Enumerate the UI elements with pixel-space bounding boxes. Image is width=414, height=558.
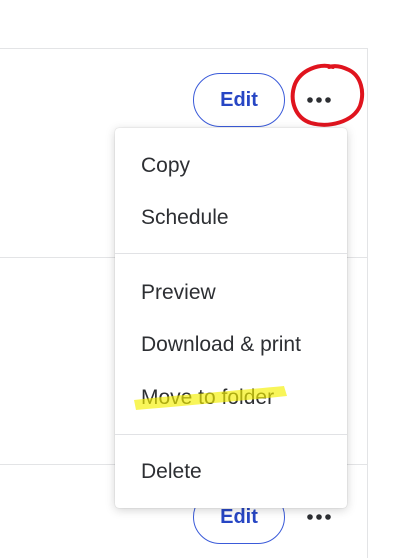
more-options-button[interactable]: [299, 80, 339, 120]
edit-button[interactable]: Edit: [193, 73, 285, 127]
menu-item-download-print[interactable]: Download & print: [115, 323, 347, 367]
menu-item-preview[interactable]: Preview: [115, 271, 347, 315]
menu-separator: [115, 434, 347, 435]
more-horizontal-icon: [307, 514, 331, 520]
menu-item-schedule[interactable]: Schedule: [115, 196, 347, 240]
menu-item-delete[interactable]: Delete: [115, 450, 347, 494]
menu-item-copy[interactable]: Copy: [115, 144, 347, 188]
menu-separator: [115, 253, 347, 254]
more-horizontal-icon: [307, 97, 331, 103]
menu-item-move-to-folder[interactable]: Move to folder: [115, 376, 347, 420]
more-options-menu: Copy Schedule Preview Download & print M…: [115, 128, 347, 508]
